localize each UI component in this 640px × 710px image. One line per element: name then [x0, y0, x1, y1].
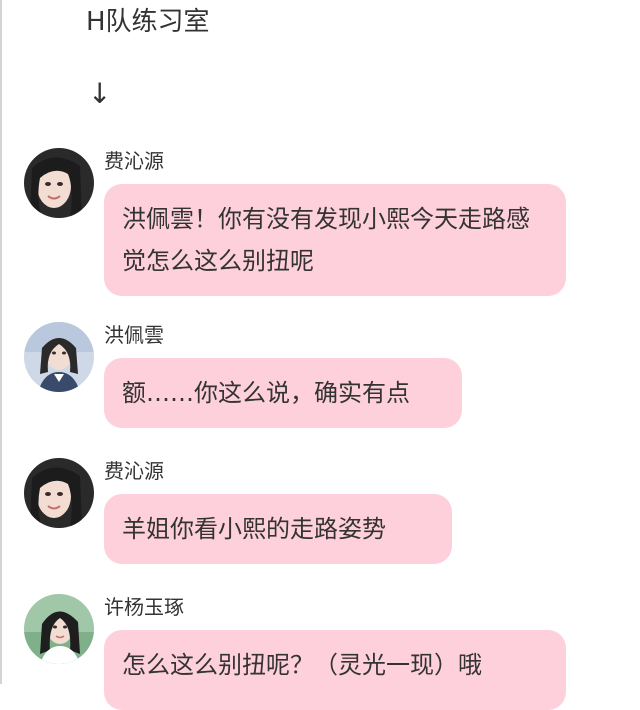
message-bubble[interactable]: 怎么这么别扭呢？（灵光一现）哦: [104, 630, 566, 710]
sender-name: 费沁源: [104, 459, 164, 483]
sender-name: 费沁源: [104, 149, 164, 173]
avatar[interactable]: [24, 148, 94, 218]
avatar[interactable]: [24, 594, 94, 664]
left-divider: [0, 0, 2, 684]
message-bubble[interactable]: 洪佩雲！你有没有发现小熙今天走路感觉怎么这么别扭呢: [104, 184, 566, 296]
message-bubble[interactable]: 额……你这么说，确实有点: [104, 358, 462, 428]
sender-name: 洪佩雲: [104, 323, 164, 347]
sender-name: 许杨玉琢: [104, 595, 184, 619]
down-arrow-icon: ↓: [88, 77, 112, 110]
message-bubble[interactable]: 羊姐你看小熙的走路姿势: [104, 494, 452, 564]
avatar[interactable]: [24, 322, 94, 392]
room-title: H队练习室: [86, 7, 210, 37]
avatar[interactable]: [24, 458, 94, 528]
